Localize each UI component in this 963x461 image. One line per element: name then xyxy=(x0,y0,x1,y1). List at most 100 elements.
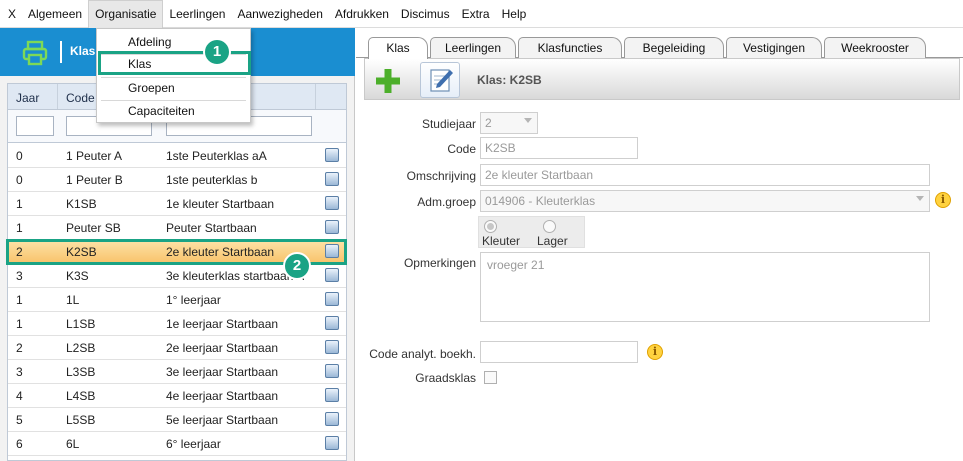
tab-begeleiding[interactable]: Begeleiding xyxy=(624,37,724,58)
row-detail-icon[interactable] xyxy=(325,436,339,450)
row-detail-icon[interactable] xyxy=(325,364,339,378)
info-icon[interactable]: i xyxy=(647,344,663,360)
menu-afdrukken[interactable]: Afdrukken xyxy=(329,0,395,28)
right-panel: Klas Leerlingen Klasfuncties Begeleiding… xyxy=(356,28,963,461)
opmerkingen-field[interactable]: vroeger 21 xyxy=(480,252,930,322)
menu-item-groepen[interactable]: Groepen xyxy=(97,77,250,99)
tab-strip: Klas Leerlingen Klasfuncties Begeleiding… xyxy=(356,36,963,59)
studiejaar-label: Studiejaar xyxy=(421,117,476,131)
row-detail-icon[interactable] xyxy=(325,292,339,306)
cell-jaar: 1 xyxy=(16,293,23,307)
menu-leerlingen[interactable]: Leerlingen xyxy=(163,0,231,28)
menu-bar: X Algemeen Organisatie Leerlingen Aanwez… xyxy=(0,0,963,28)
tab-klasfuncties[interactable]: Klasfuncties xyxy=(518,37,622,58)
cell-omschrijving: 1e leerjaar Startbaan xyxy=(166,317,279,331)
tab-klas[interactable]: Klas xyxy=(368,37,428,59)
step-badge-1: 1 xyxy=(203,38,231,66)
grid-rows: 0 1 Peuter A 1ste Peuterklas aA 0 1 Peuter B… xyxy=(8,144,346,456)
table-row[interactable]: 1 Peuter SB Peuter Startbaan xyxy=(8,216,346,240)
row-detail-icon[interactable] xyxy=(325,388,339,402)
cell-code: L2SB xyxy=(66,341,96,355)
row-detail-icon[interactable] xyxy=(325,148,339,162)
cell-code: L5SB xyxy=(66,413,96,427)
cell-omschrijving: 1ste peuterklas b xyxy=(166,173,258,187)
cell-omschrijving: 1ste Peuterklas aA xyxy=(166,149,267,163)
row-detail-icon[interactable] xyxy=(325,268,339,282)
studiejaar-value: 2 xyxy=(485,116,492,130)
cell-jaar: 1 xyxy=(16,221,23,235)
admgroep-label: Adm.groep xyxy=(417,195,476,209)
radio-kleuter[interactable] xyxy=(484,220,497,233)
add-icon[interactable] xyxy=(375,68,401,94)
code-field[interactable]: K2SB xyxy=(480,137,638,159)
cell-omschrijving: 5e leerjaar Startbaan xyxy=(166,413,279,427)
row-detail-icon[interactable] xyxy=(325,220,339,234)
radio-lager[interactable] xyxy=(543,220,556,233)
table-row[interactable]: 5 L5SB 5e leerjaar Startbaan xyxy=(8,408,346,432)
cell-omschrijving: 6° leerjaar xyxy=(166,437,221,451)
cell-jaar: 0 xyxy=(16,149,23,163)
cell-code: L1SB xyxy=(66,317,96,331)
menu-aanwezigheden[interactable]: Aanwezigheden xyxy=(231,0,328,28)
col-header-code[interactable]: Code xyxy=(66,91,95,105)
omschrijving-field[interactable]: 2e kleuter Startbaan xyxy=(480,164,930,186)
code-analyt-field[interactable] xyxy=(480,341,638,363)
omschrijving-label: Omschrijving xyxy=(406,169,476,183)
table-row[interactable]: 4 L4SB 4e leerjaar Startbaan xyxy=(8,384,346,408)
row-detail-icon[interactable] xyxy=(325,172,339,186)
cell-omschrijving: 2e leerjaar Startbaan xyxy=(166,341,279,355)
table-row[interactable]: 1 1L 1° leerjaar xyxy=(8,288,346,312)
menu-algemeen[interactable]: Algemeen xyxy=(22,0,88,28)
row-detail-icon[interactable] xyxy=(325,316,339,330)
menu-discimus[interactable]: Discimus xyxy=(395,0,456,28)
panel-title: Klas xyxy=(70,44,96,58)
cell-omschrijving: 1e kleuter Startbaan xyxy=(166,197,275,211)
table-row[interactable]: 3 L3SB 3e leerjaar Startbaan xyxy=(8,360,346,384)
graadsklas-checkbox[interactable] xyxy=(484,371,497,384)
level-radio-group: Kleuter Lager xyxy=(478,216,585,248)
filter-jaar-input[interactable] xyxy=(16,116,54,136)
cell-code: 1 Peuter A xyxy=(66,149,123,163)
edit-button[interactable] xyxy=(420,62,460,98)
cell-code: K3S xyxy=(66,269,89,283)
cell-jaar: 3 xyxy=(16,365,23,379)
studiejaar-select[interactable]: 2 xyxy=(480,112,538,134)
printer-icon[interactable] xyxy=(22,40,48,66)
table-row[interactable]: 0 1 Peuter B 1ste peuterklas b xyxy=(8,168,346,192)
table-row[interactable]: 2 L2SB 2e leerjaar Startbaan xyxy=(8,336,346,360)
tab-vestigingen[interactable]: Vestigingen xyxy=(726,37,822,58)
table-row[interactable]: 6 6L 6° leerjaar xyxy=(8,432,346,456)
table-row[interactable]: 1 K1SB 1e kleuter Startbaan xyxy=(8,192,346,216)
menu-item-capaciteiten[interactable]: Capaciteiten xyxy=(97,100,250,122)
menu-organisatie[interactable]: Organisatie xyxy=(88,0,164,28)
chevron-down-icon xyxy=(916,196,924,201)
cell-jaar: 1 xyxy=(16,197,23,211)
admgroep-value: 014906 - Kleuterklas xyxy=(485,194,596,208)
cell-omschrijving: Peuter Startbaan xyxy=(166,221,257,235)
cell-omschrijving: 1° leerjaar xyxy=(166,293,221,307)
table-row[interactable]: 0 1 Peuter A 1ste Peuterklas aA xyxy=(8,144,346,168)
chevron-down-icon xyxy=(524,118,532,123)
menu-help[interactable]: Help xyxy=(496,0,533,28)
row-detail-icon[interactable] xyxy=(325,196,339,210)
tab-weekrooster[interactable]: Weekrooster xyxy=(824,37,926,58)
cell-code: 1 Peuter B xyxy=(66,173,123,187)
cell-jaar: 2 xyxy=(16,341,23,355)
row-detail-icon[interactable] xyxy=(325,412,339,426)
info-icon[interactable]: i xyxy=(935,192,951,208)
row-detail-icon[interactable] xyxy=(325,340,339,354)
table-row[interactable]: 1 L1SB 1e leerjaar Startbaan xyxy=(8,312,346,336)
menu-close[interactable]: X xyxy=(2,0,22,28)
col-header-jaar[interactable]: Jaar xyxy=(16,91,39,105)
cell-jaar: 1 xyxy=(16,317,23,331)
cell-code: 6L xyxy=(66,437,80,451)
code-analyt-label: Code analyt. boekh. xyxy=(369,347,476,361)
cell-omschrijving: 4e leerjaar Startbaan xyxy=(166,389,279,403)
menu-extra[interactable]: Extra xyxy=(456,0,496,28)
cell-code: L3SB xyxy=(66,365,96,379)
radio-lager-label: Lager xyxy=(537,234,568,248)
admgroep-select[interactable]: 014906 - Kleuterklas xyxy=(480,190,930,212)
cell-jaar: 6 xyxy=(16,437,23,451)
tab-leerlingen[interactable]: Leerlingen xyxy=(430,37,516,58)
step-badge-2: 2 xyxy=(283,252,311,280)
